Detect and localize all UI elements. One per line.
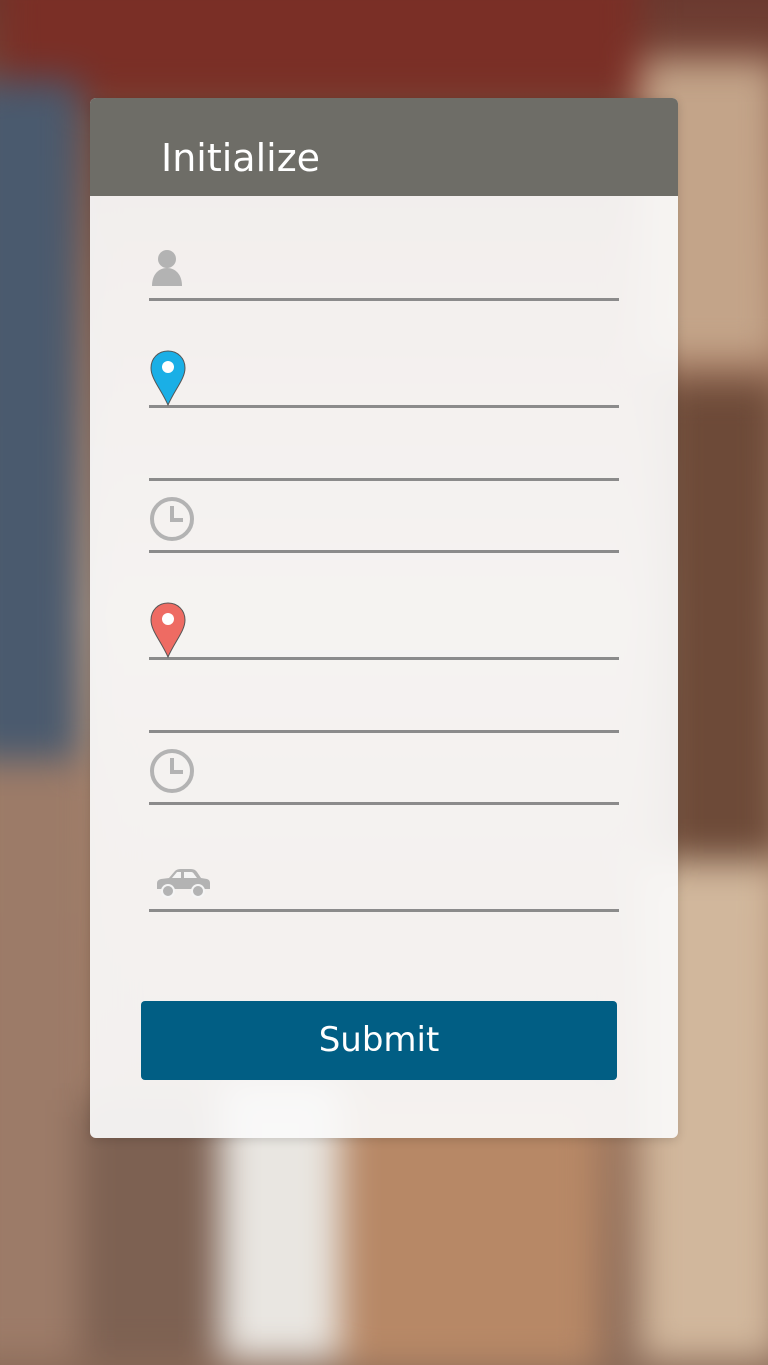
user-icon (149, 246, 185, 294)
car-icon (153, 867, 213, 903)
name-field[interactable] (149, 248, 619, 301)
dropoff-location-input[interactable] (209, 615, 619, 653)
card-title: Initialize (161, 136, 321, 180)
card-header: Initialize (90, 98, 678, 196)
pickup-location-field[interactable] (149, 348, 619, 408)
dropoff-time-input[interactable] (209, 760, 619, 798)
pickup-address-field[interactable] (149, 433, 619, 481)
pickup-address-input[interactable] (149, 436, 619, 474)
pickup-location-input[interactable] (209, 363, 619, 401)
dropoff-address-input[interactable] (149, 688, 619, 726)
pickup-time-field[interactable] (149, 488, 619, 553)
name-input[interactable] (209, 256, 619, 294)
dropoff-address-field[interactable] (149, 685, 619, 733)
clock-icon (149, 748, 195, 798)
dropoff-time-field[interactable] (149, 740, 619, 805)
vehicle-field[interactable] (149, 848, 619, 912)
submit-button[interactable]: Submit (141, 1001, 617, 1080)
clock-icon (149, 496, 195, 546)
location-pin-red-icon (149, 601, 187, 663)
pickup-time-input[interactable] (209, 508, 619, 546)
initialize-card: Initialize Submit (90, 98, 678, 1138)
vehicle-input[interactable] (209, 867, 619, 905)
location-pin-blue-icon (149, 349, 187, 411)
dropoff-location-field[interactable] (149, 598, 619, 660)
